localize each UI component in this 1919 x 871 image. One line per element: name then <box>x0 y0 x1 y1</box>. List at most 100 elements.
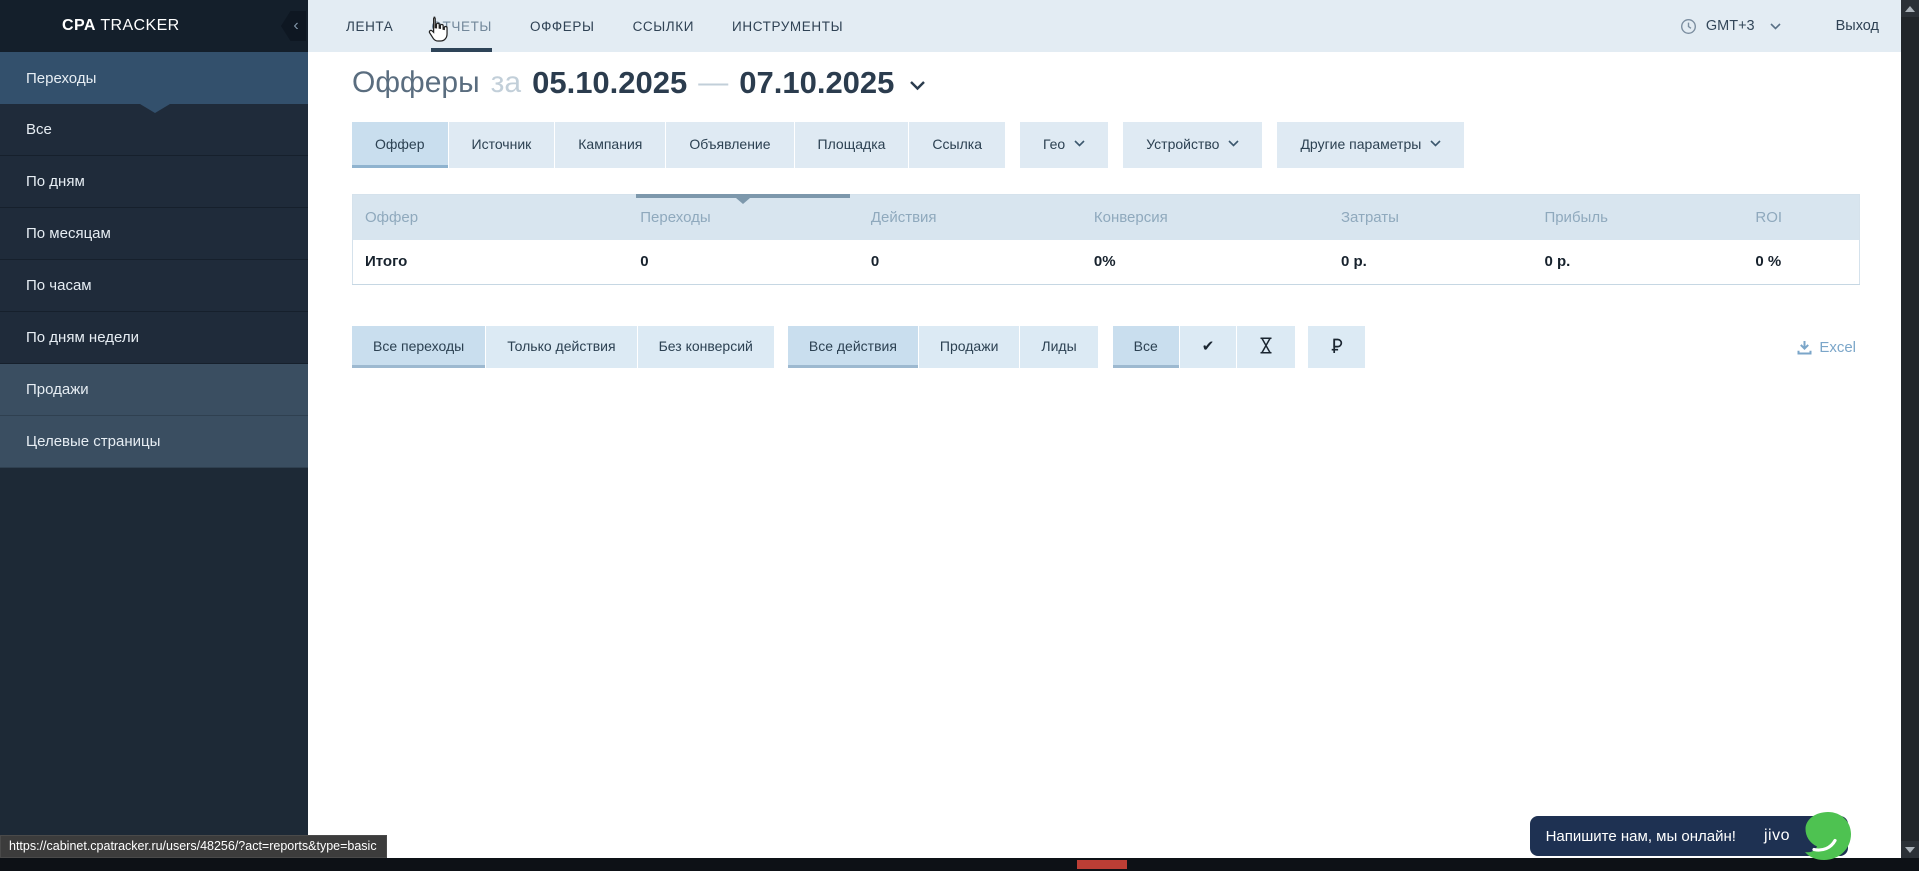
sidebar-item-perekhody[interactable]: Переходы <box>0 52 308 104</box>
totals-zatraty: 0 р. <box>1329 240 1532 285</box>
column-header-pribyl[interactable]: Прибыль <box>1532 195 1743 240</box>
tab-offer[interactable]: Оффер <box>352 122 448 168</box>
download-icon <box>1797 340 1812 355</box>
column-header-roi[interactable]: ROI <box>1743 195 1859 240</box>
timezone-selector[interactable]: GMT+3 <box>1706 18 1755 34</box>
sidebar-item-label: Переходы <box>26 70 96 87</box>
scrollbar-down-button[interactable] <box>1901 841 1919 858</box>
filter-pending-button[interactable] <box>1237 326 1295 368</box>
sidebar-collapse-button[interactable]: ‹ <box>281 11 306 41</box>
jivo-brand-label: jivo <box>1764 827 1790 845</box>
totals-deystviya: 0 <box>859 240 1082 285</box>
sidebar-item-label: По месяцам <box>26 225 111 242</box>
vertical-scrollbar[interactable] <box>1901 0 1919 858</box>
totals-pribyl: 0 р. <box>1532 240 1743 285</box>
totals-konversiya: 0% <box>1082 240 1329 285</box>
chat-message: Напишите нам, мы онлайн! <box>1546 828 1736 845</box>
clock-icon <box>1680 18 1697 35</box>
column-header-zatraty[interactable]: Затраты <box>1329 195 1532 240</box>
nav-item-ssylki[interactable]: ССЫЛКИ <box>633 0 694 52</box>
report-table: Оффер Переходы Действия Конверсия Затрат… <box>352 194 1860 285</box>
nav-item-offery[interactable]: ОФФЕРЫ <box>530 0 595 52</box>
filter-tolko-deystviya[interactable]: Только действия <box>486 326 636 368</box>
date-from[interactable]: 05.10.2025 <box>532 65 687 101</box>
nav-item-instrumenty[interactable]: ИНСТРУМЕНТЫ <box>732 0 843 52</box>
jivo-chat-widget[interactable]: Напишите нам, мы онлайн! jivo <box>1530 816 1848 856</box>
chevron-down-icon <box>1430 140 1441 147</box>
device-dropdown-label: Устройство <box>1146 136 1219 152</box>
sidebar-item-po-dnyam[interactable]: По дням <box>0 156 308 208</box>
ruble-icon <box>1330 338 1343 354</box>
hourglass-icon <box>1259 337 1273 354</box>
filter-status-vse[interactable]: Все <box>1113 326 1179 368</box>
topbar-right: GMT+3 Выход <box>1680 18 1901 35</box>
taskbar-red-segment <box>1077 860 1127 869</box>
tab-obyavlenie[interactable]: Объявление <box>666 122 793 168</box>
filter-paid-button[interactable] <box>1308 326 1365 368</box>
spacer <box>775 326 788 368</box>
chevron-down-icon <box>1228 140 1239 147</box>
sidebar-item-label: Продажи <box>26 381 89 398</box>
app-logo-bold: CPA <box>62 17 96 34</box>
sidebar-item-po-chasam[interactable]: По часам <box>0 260 308 312</box>
status-filter-group: Все ✔ <box>1113 326 1297 368</box>
sidebar: CPA TRACKER ‹ Переходы Все По дням По ме… <box>0 0 308 858</box>
filter-vse-deystviya[interactable]: Все действия <box>788 326 918 368</box>
page-title: Офферы <box>352 66 480 100</box>
tab-ssylka[interactable]: Ссылка <box>909 122 1005 168</box>
collapse-chevron-icon: ‹ <box>293 18 298 34</box>
sidebar-item-prodazhi[interactable]: Продажи <box>0 364 308 416</box>
main-nav: ЛЕНТА ОТЧЕТЫ ОФФЕРЫ ССЫЛКИ ИНСТРУМЕНТЫ <box>346 0 843 52</box>
totals-row: Итого 0 0 0% 0 р. 0 р. 0 % <box>353 240 1860 285</box>
geo-dropdown[interactable]: Гео <box>1020 122 1108 168</box>
filter-prodazhi[interactable]: Продажи <box>919 326 1019 368</box>
active-item-notch <box>140 104 170 113</box>
table-header-row: Оффер Переходы Действия Конверсия Затрат… <box>353 195 1860 240</box>
column-header-deystviya[interactable]: Действия <box>859 195 1082 240</box>
totals-perekhody: 0 <box>628 240 859 285</box>
spacer <box>1296 326 1308 368</box>
sidebar-item-label: По часам <box>26 277 92 294</box>
dimension-tabs: Оффер Источник Кампания Объявление Площа… <box>352 122 1901 168</box>
column-header-offer[interactable]: Оффер <box>353 195 629 240</box>
browser-status-url: https://cabinet.cpatracker.ru/users/4825… <box>0 835 387 858</box>
device-dropdown[interactable]: Устройство <box>1123 122 1262 168</box>
filter-bez-konversiy[interactable]: Без конверсий <box>638 326 774 368</box>
report-title-row: Офферы за 05.10.2025 — 07.10.2025 <box>352 65 1901 101</box>
tab-kampaniya[interactable]: Кампания <box>555 122 665 168</box>
date-range-chevron-icon[interactable] <box>909 78 926 96</box>
sidebar-item-label: Все <box>26 121 52 138</box>
filter-approved-button[interactable]: ✔ <box>1180 326 1237 368</box>
scrollbar-up-button[interactable] <box>1901 0 1919 17</box>
logout-link[interactable]: Выход <box>1836 18 1879 34</box>
app-logo: CPA TRACKER <box>62 17 180 35</box>
column-header-konversiya[interactable]: Конверсия <box>1082 195 1329 240</box>
check-icon: ✔ <box>1202 337 1215 355</box>
totals-label: Итого <box>353 240 629 285</box>
filters-row: Все переходы Только действия Без конверс… <box>352 326 1860 368</box>
other-params-dropdown[interactable]: Другие параметры <box>1277 122 1464 168</box>
date-to[interactable]: 07.10.2025 <box>739 65 894 101</box>
arrow-up-icon <box>1905 6 1915 12</box>
chevron-down-icon <box>1074 140 1085 147</box>
nav-item-lenta[interactable]: ЛЕНТА <box>346 0 393 52</box>
excel-export-link[interactable]: Excel <box>1797 326 1856 368</box>
spacer <box>1099 326 1113 368</box>
mouse-cursor-icon <box>426 16 448 48</box>
totals-roi: 0 % <box>1743 240 1859 285</box>
tab-istochnik[interactable]: Источник <box>449 122 555 168</box>
sidebar-item-po-mesyatsam[interactable]: По месяцам <box>0 208 308 260</box>
sidebar-item-tselevye-stranitsy[interactable]: Целевые страницы <box>0 416 308 468</box>
tab-ploshchadka[interactable]: Площадка <box>795 122 909 168</box>
chevron-down-icon[interactable] <box>1770 23 1781 30</box>
sidebar-item-label: По дням недели <box>26 329 139 346</box>
sidebar-item-label: По дням <box>26 173 85 190</box>
sort-indicator-caret-icon <box>736 198 750 204</box>
filter-vse-perekhody[interactable]: Все переходы <box>352 326 485 368</box>
excel-label: Excel <box>1819 339 1856 356</box>
sidebar-item-label: Целевые страницы <box>26 433 160 450</box>
filter-lidy[interactable]: Лиды <box>1020 326 1097 368</box>
actions-filter-group: Все действия Продажи Лиды <box>788 326 1099 368</box>
sidebar-item-po-dnyam-nedeli[interactable]: По дням недели <box>0 312 308 364</box>
top-navigation-bar: ЛЕНТА ОТЧЕТЫ ОФФЕРЫ ССЫЛКИ ИНСТРУМЕНТЫ G… <box>308 0 1901 52</box>
